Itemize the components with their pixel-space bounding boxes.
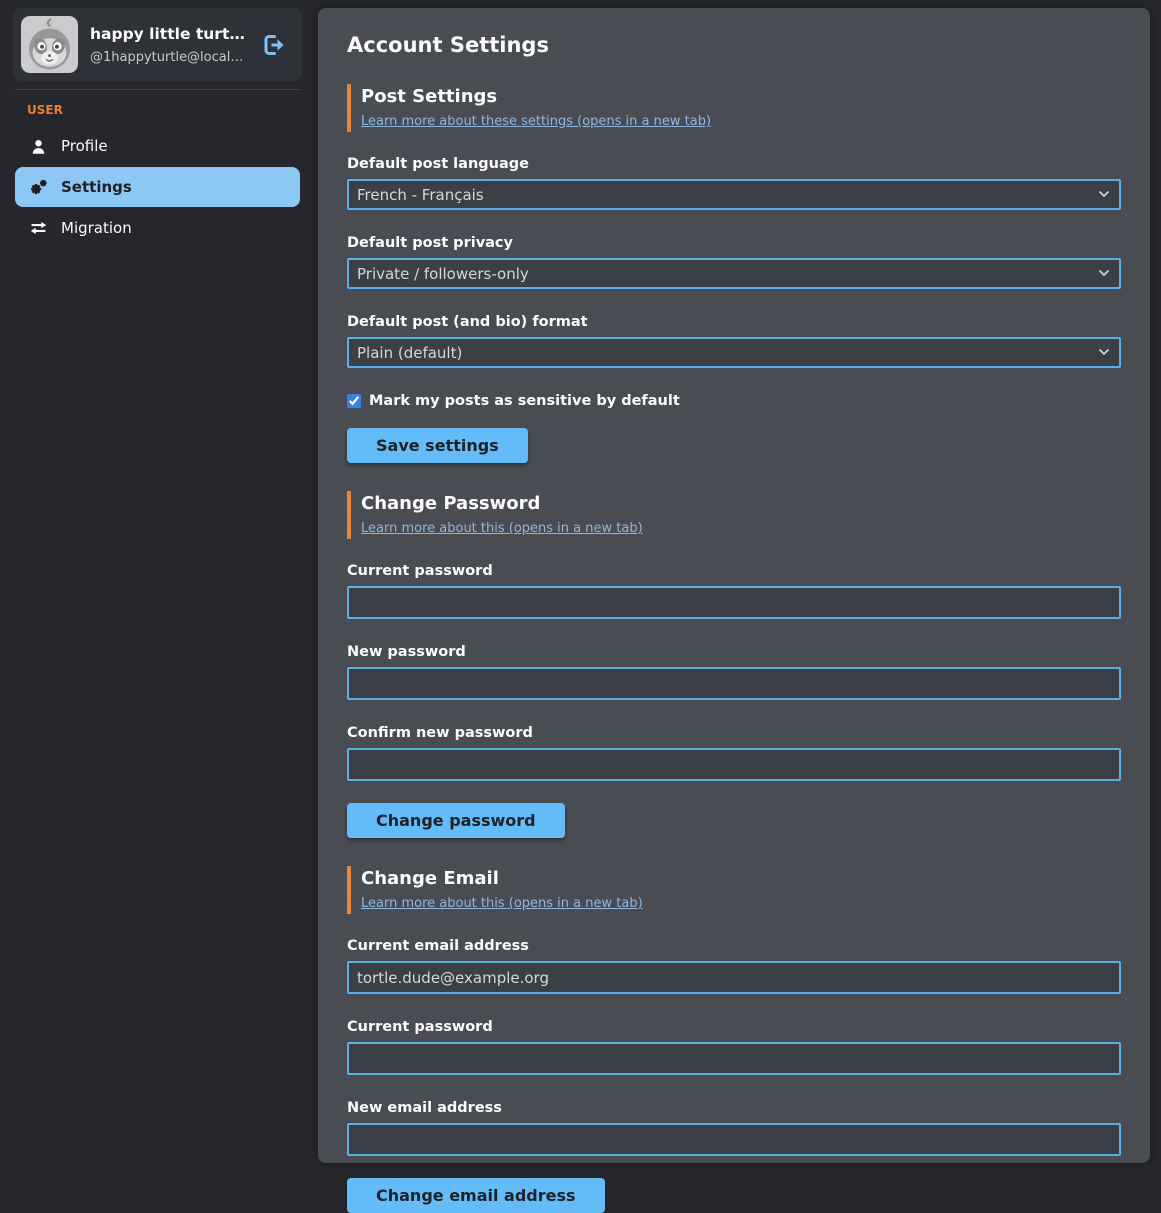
save-settings-button[interactable]: Save settings <box>347 428 528 463</box>
new-email-input[interactable] <box>347 1123 1121 1156</box>
new-email-field: New email address <box>347 1100 1121 1156</box>
page-title: Account Settings <box>347 33 1121 57</box>
default-post-privacy-field: Default post privacy Private / followers… <box>347 235 1121 289</box>
change-email-button[interactable]: Change email address <box>347 1178 605 1213</box>
change-password-button[interactable]: Change password <box>347 803 565 838</box>
change-email-learn-more-link[interactable]: Learn more about this (opens in a new ta… <box>361 896 643 911</box>
user-name: happy little turtl… <box>90 25 248 43</box>
current-password-field: Current password <box>347 563 1121 619</box>
change-email-section: Change Email Learn more about this (open… <box>347 866 1121 1213</box>
change-email-header: Change Email Learn more about this (open… <box>347 866 1121 914</box>
new-password-input[interactable] <box>347 667 1121 700</box>
current-password-input[interactable] <box>347 586 1121 619</box>
email-current-password-input[interactable] <box>347 1042 1121 1075</box>
sensitive-default-label: Mark my posts as sensitive by default <box>369 393 680 409</box>
sidebar-divider <box>15 89 300 90</box>
sidebar: happy little turtl… @1happyturtle@local…… <box>0 8 302 1163</box>
current-email-label: Current email address <box>347 938 1121 954</box>
current-email-field: Current email address <box>347 938 1121 994</box>
post-settings-header: Post Settings Learn more about these set… <box>347 84 1121 132</box>
post-settings-heading: Post Settings <box>361 86 1121 107</box>
change-password-header: Change Password Learn more about this (o… <box>347 491 1121 539</box>
sensitive-default-checkbox[interactable] <box>347 394 361 408</box>
change-password-section: Change Password Learn more about this (o… <box>347 491 1121 838</box>
sidebar-item-label: Profile <box>61 137 108 155</box>
default-post-format-field: Default post (and bio) format Plain (def… <box>347 314 1121 368</box>
default-post-language-select[interactable]: French - Français <box>347 179 1121 210</box>
sidebar-group-label: USER <box>27 103 302 117</box>
main-panel: Account Settings Post Settings Learn mor… <box>318 8 1150 1163</box>
email-current-password-label: Current password <box>347 1019 1121 1035</box>
sidebar-item-profile[interactable]: Profile <box>15 127 300 165</box>
default-post-language-field: Default post language French - Français <box>347 156 1121 210</box>
gears-icon <box>28 177 48 197</box>
confirm-new-password-label: Confirm new password <box>347 725 1121 741</box>
post-settings-section: Post Settings Learn more about these set… <box>347 84 1121 463</box>
user-card: happy little turtl… @1happyturtle@local… <box>13 8 302 81</box>
current-password-label: Current password <box>347 563 1121 579</box>
sloth-avatar-icon <box>21 16 78 73</box>
confirm-new-password-input[interactable] <box>347 748 1121 781</box>
default-post-format-label: Default post (and bio) format <box>347 314 1121 330</box>
current-email-input[interactable] <box>347 961 1121 994</box>
sidebar-item-label: Settings <box>61 178 132 196</box>
default-post-format-select[interactable]: Plain (default) <box>347 337 1121 368</box>
user-text: happy little turtl… @1happyturtle@local… <box>90 25 248 65</box>
change-email-heading: Change Email <box>361 868 1121 889</box>
app-root: happy little turtl… @1happyturtle@local…… <box>0 0 1161 1176</box>
person-icon <box>28 136 48 156</box>
default-post-language-label: Default post language <box>347 156 1121 172</box>
avatar <box>21 16 78 73</box>
default-post-privacy-label: Default post privacy <box>347 235 1121 251</box>
new-email-label: New email address <box>347 1100 1121 1116</box>
sidebar-nav: Profile <box>13 126 302 248</box>
sidebar-item-settings[interactable]: Settings <box>15 167 300 207</box>
confirm-new-password-field: Confirm new password <box>347 725 1121 781</box>
new-password-label: New password <box>347 644 1121 660</box>
post-settings-learn-more-link[interactable]: Learn more about these settings (opens i… <box>361 114 711 129</box>
change-password-learn-more-link[interactable]: Learn more about this (opens in a new ta… <box>361 521 643 536</box>
sidebar-item-label: Migration <box>61 219 132 237</box>
sensitive-default-row: Mark my posts as sensitive by default <box>347 393 1121 409</box>
user-handle: @1happyturtle@local… <box>90 50 248 65</box>
sidebar-item-migration[interactable]: Migration <box>15 209 300 247</box>
email-current-password-field: Current password <box>347 1019 1121 1075</box>
default-post-privacy-select[interactable]: Private / followers-only <box>347 258 1121 289</box>
sign-out-icon[interactable] <box>260 32 286 58</box>
new-password-field: New password <box>347 644 1121 700</box>
change-password-heading: Change Password <box>361 493 1121 514</box>
transfer-arrows-icon <box>28 218 48 238</box>
